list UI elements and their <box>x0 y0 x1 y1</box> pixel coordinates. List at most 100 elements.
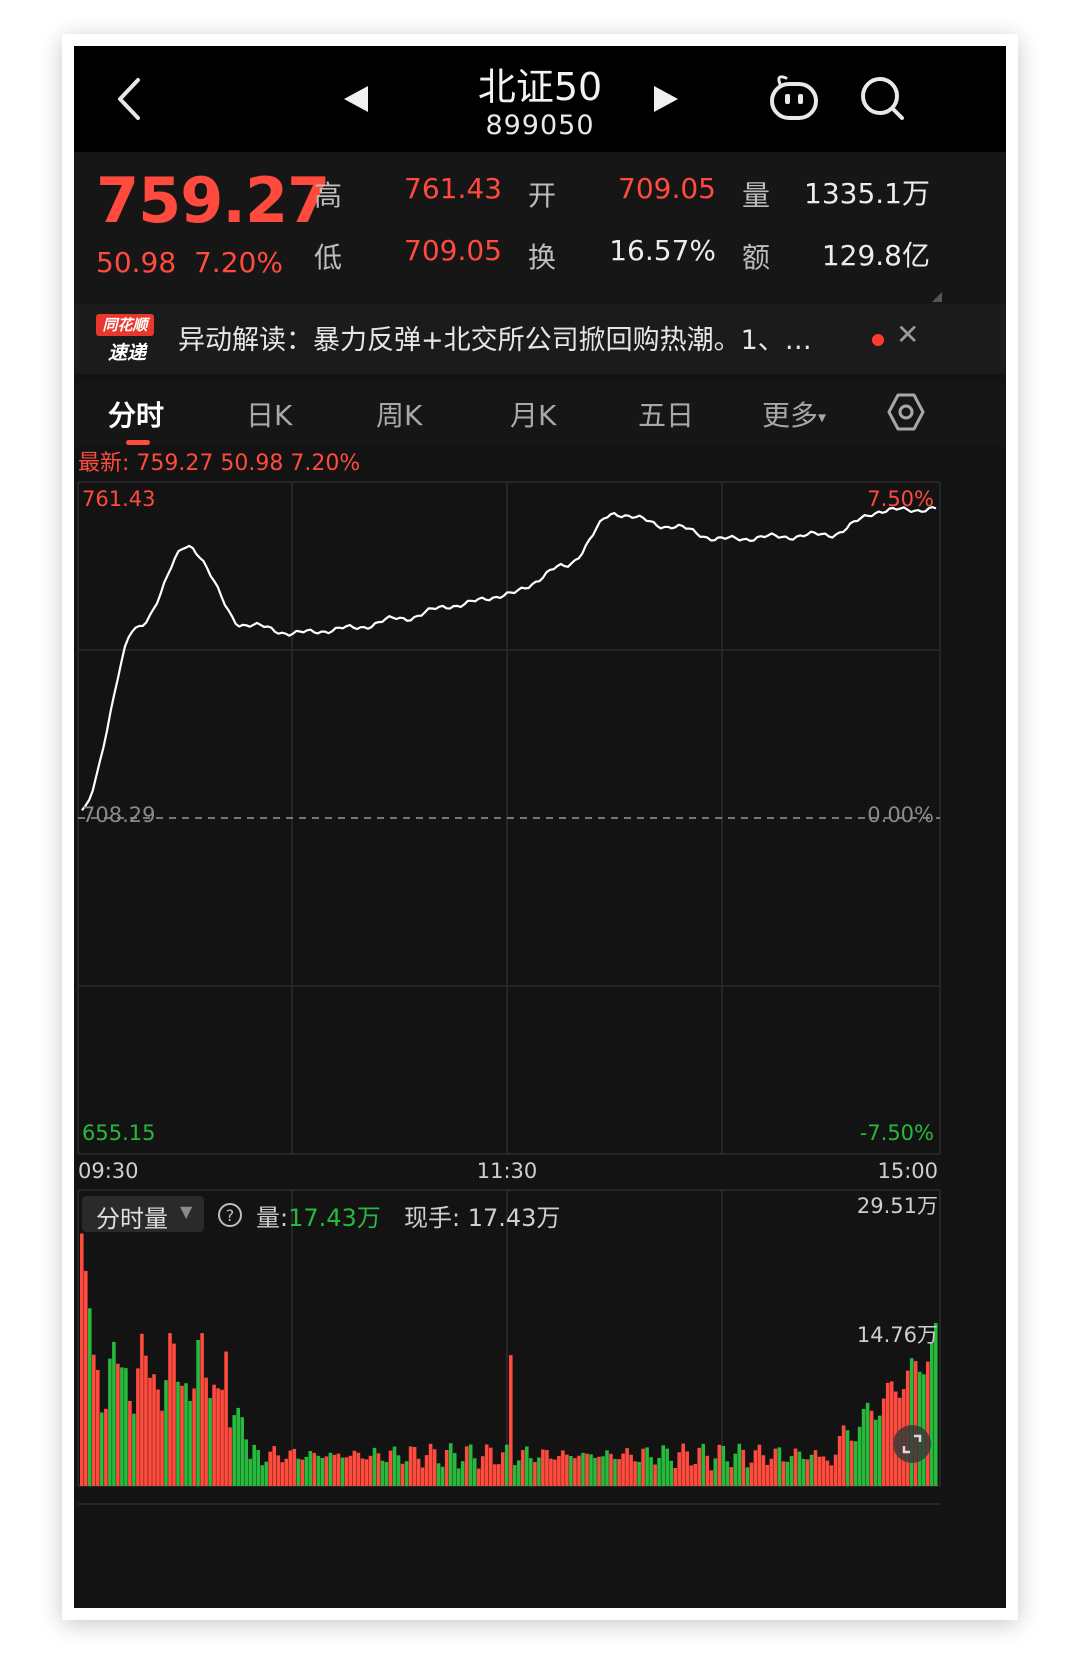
volume-bar <box>164 1380 168 1486</box>
volume-bar <box>549 1458 553 1486</box>
volume-bar <box>501 1452 505 1486</box>
tab-monthly-k[interactable]: 月K <box>510 394 556 434</box>
volume-bar <box>288 1450 293 1486</box>
news-bar[interactable]: 同花顺 速递 异动解读：暴力反弹+北交所公司掀回购热潮。1、… ✕ <box>74 304 1006 374</box>
volume-bar <box>468 1444 473 1486</box>
volume-bar <box>380 1460 385 1486</box>
volume-bar <box>665 1448 669 1486</box>
volume-bar <box>112 1341 116 1486</box>
chart-settings-icon[interactable] <box>886 392 926 432</box>
back-icon[interactable] <box>110 74 150 124</box>
volume-bar <box>476 1468 481 1486</box>
volume-bar <box>428 1443 433 1486</box>
y-label-high: 761.43 <box>82 487 155 511</box>
volume-bar <box>228 1427 232 1486</box>
price-change: 50.98 7.20% <box>96 246 283 279</box>
stat-label-volume: 量 <box>742 179 771 212</box>
volume-bar <box>216 1388 220 1486</box>
volume-bar <box>517 1460 521 1486</box>
tab-weekly-k[interactable]: 周K <box>376 394 422 434</box>
tab-five-day[interactable]: 五日 <box>638 394 694 434</box>
volume-bar <box>392 1446 397 1486</box>
robot-assistant-icon[interactable] <box>766 70 822 126</box>
volume-bar <box>320 1458 325 1486</box>
volume-bar <box>188 1400 192 1486</box>
volume-bar <box>416 1458 421 1486</box>
dropdown-caret-icon: ▼ <box>180 1202 193 1221</box>
volume-bar <box>344 1457 349 1486</box>
tab-daily-k[interactable]: 日K <box>246 394 292 434</box>
search-icon[interactable] <box>858 74 908 124</box>
volume-bar <box>793 1448 798 1486</box>
news-headline[interactable]: 异动解读：暴力反弹+北交所公司掀回购热潮。1、… <box>178 318 812 357</box>
expand-corner-icon[interactable] <box>932 292 942 302</box>
volume-bar <box>312 1452 317 1486</box>
volume-bar <box>196 1340 200 1486</box>
volume-bar <box>625 1448 629 1486</box>
volume-bar <box>797 1451 802 1486</box>
volume-bar <box>168 1333 172 1486</box>
volume-bar <box>489 1447 493 1486</box>
volume-bar <box>817 1456 822 1486</box>
volume-bar <box>252 1444 256 1486</box>
volume-bar <box>629 1454 633 1486</box>
volume-bar <box>633 1461 637 1486</box>
prev-stock-icon[interactable] <box>342 84 372 114</box>
pct-label-mid: 0.00% <box>867 803 934 827</box>
volume-bar <box>244 1439 248 1486</box>
tab-intraday[interactable]: 分时 <box>108 394 164 434</box>
volume-bar <box>597 1456 601 1486</box>
volume-bar <box>144 1355 148 1486</box>
volume-bar <box>525 1446 529 1486</box>
volume-bar <box>176 1381 180 1486</box>
volume-type-selector[interactable]: 分时量 ▼ <box>82 1196 204 1233</box>
volume-bar <box>853 1441 858 1486</box>
volume-bar <box>364 1459 369 1486</box>
volume-bar <box>208 1398 212 1486</box>
volume-bar <box>934 1323 938 1486</box>
vol-label-max: 29.51万 <box>857 1194 938 1218</box>
volume-bar <box>356 1452 361 1486</box>
stock-name: 北证50 <box>477 65 603 109</box>
next-stock-icon[interactable] <box>650 84 680 114</box>
volume-bar <box>721 1446 726 1486</box>
volume-bar <box>256 1450 260 1486</box>
tab-more[interactable]: 更多▾ <box>762 394 826 434</box>
volume-readout: 量:17.43万 <box>256 1204 381 1232</box>
volume-bar <box>272 1446 276 1486</box>
volume-bar <box>801 1458 806 1486</box>
fullscreen-icon[interactable] <box>892 1424 932 1464</box>
volume-bar <box>930 1343 934 1486</box>
volume-bar <box>885 1382 890 1486</box>
volume-bar <box>180 1385 184 1486</box>
volume-bar <box>829 1465 834 1486</box>
top-bar: 北证50 899050 <box>74 46 1006 152</box>
intraday-chart: 最新: 759.27 50.98 7.20% 761.43 708.29 655… <box>77 451 941 1505</box>
volume-bar <box>184 1383 188 1486</box>
pct-label-bottom: -7.50% <box>860 1121 934 1145</box>
volume-bar <box>653 1464 657 1486</box>
stock-app: 北证50 899050 759.27 50.98 7.20% 高 761.43 … <box>74 46 1006 1608</box>
volume-bar <box>809 1454 814 1486</box>
volume-bar <box>240 1417 244 1486</box>
volume-bar <box>661 1445 665 1486</box>
volume-bar <box>260 1465 264 1486</box>
unread-dot <box>872 334 884 346</box>
help-icon[interactable]: ? <box>216 1201 244 1229</box>
volume-bar <box>420 1467 425 1486</box>
volume-bar <box>513 1465 517 1486</box>
volume-bar <box>521 1450 525 1486</box>
volume-bar <box>669 1460 673 1486</box>
volume-bar <box>881 1398 886 1486</box>
volume-bar <box>593 1457 597 1486</box>
volume-bar <box>861 1408 866 1486</box>
volume-bar <box>773 1448 778 1486</box>
volume-bar <box>585 1453 589 1486</box>
volume-bar <box>813 1450 818 1486</box>
volume-bar <box>80 1233 84 1486</box>
close-icon[interactable]: ✕ <box>896 318 919 351</box>
volume-bar <box>308 1451 313 1486</box>
volume-bar <box>505 1444 509 1486</box>
volume-bar <box>200 1333 204 1486</box>
volume-bar <box>821 1456 826 1486</box>
